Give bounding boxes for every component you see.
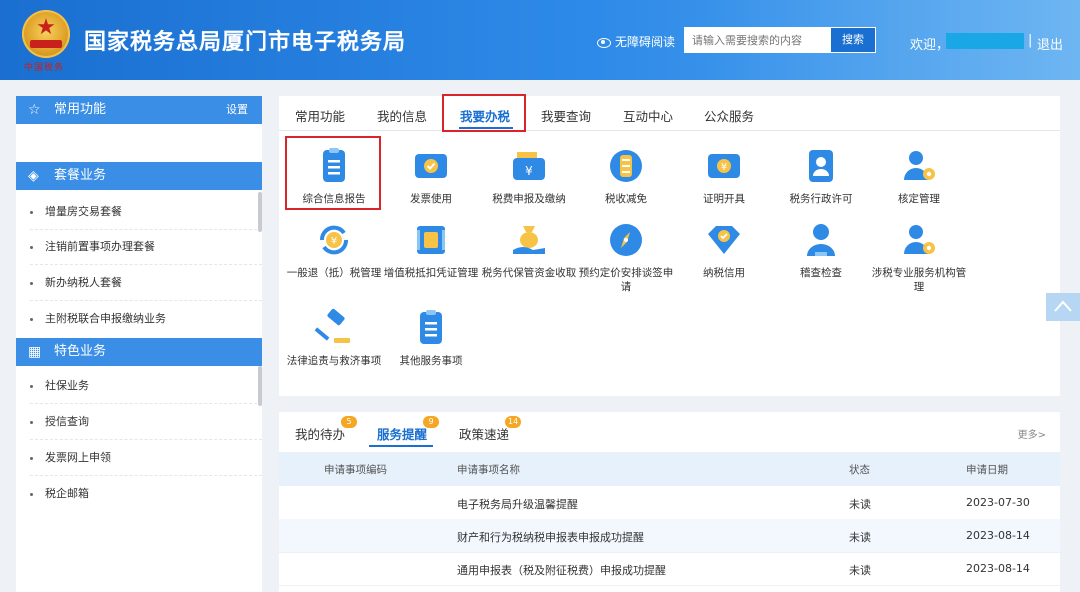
sidebar-section-common[interactable]: ☆ 常用功能 设置 <box>16 96 262 124</box>
sidebar-item[interactable]: 注销前置事项办理套餐 <box>30 229 262 265</box>
money-bag-hand-icon <box>513 226 545 254</box>
user-gear-icon <box>904 225 935 254</box>
sidebar: ☆ 常用功能 设置 ◈ 套餐业务 增量房交易套餐 注销前置事项办理套餐 新办纳税… <box>16 96 262 592</box>
tab-policy-news[interactable]: 政策速递 <box>459 424 509 443</box>
search-button[interactable]: 搜索 <box>830 27 876 53</box>
sidebar-item[interactable]: 增量房交易套餐 <box>30 194 262 230</box>
voucher-icon <box>417 226 445 254</box>
service-item[interactable]: 法律追责与救济事项 <box>285 308 383 368</box>
yuan-ticket-icon: ¥ <box>708 154 740 178</box>
document-list-icon <box>323 148 345 182</box>
tab-query[interactable]: 我要查询 <box>541 106 591 125</box>
settings-link[interactable]: 设置 <box>226 96 248 124</box>
tab-service-reminder[interactable]: 服务提醒 <box>377 424 427 443</box>
service-item[interactable]: ¥ 证明开具 <box>675 146 773 206</box>
svg-text:¥: ¥ <box>331 236 337 247</box>
sidebar-item[interactable]: 授信查询 <box>30 404 262 440</box>
logout-link[interactable]: 退出 <box>1037 34 1063 53</box>
layers-icon: ◈ <box>28 168 39 184</box>
service-item[interactable]: 预约定价安排谈签申请 <box>577 220 675 294</box>
service-item[interactable]: ¥ 一般退（抵）税管理 <box>285 220 383 280</box>
tax-emblem-icon: ★ <box>22 10 70 58</box>
service-item[interactable]: 核定管理 <box>870 146 968 206</box>
back-to-top-button[interactable] <box>1046 293 1080 321</box>
document-list-icon <box>420 310 442 344</box>
service-item[interactable]: 综合信息报告 <box>285 146 383 206</box>
table-header: 申请事项编码 申请事项名称 状态 申请日期 <box>279 452 1060 486</box>
svg-text:¥: ¥ <box>721 162 727 173</box>
sidebar-section-special[interactable]: ▦ 特色业务 <box>16 338 262 366</box>
ticket-check-icon <box>415 154 447 178</box>
tab-public-service[interactable]: 公众服务 <box>704 106 754 125</box>
welcome-label: 欢迎， <box>910 38 950 53</box>
grid-icon: ▦ <box>28 344 42 360</box>
more-link[interactable]: 更多> <box>1018 426 1046 441</box>
gavel-icon <box>314 308 350 343</box>
todo-count-badge: 5 <box>341 416 357 428</box>
service-item[interactable]: 纳税信用 <box>675 220 773 280</box>
reminder-count-badge: 9 <box>423 416 439 428</box>
shield-check-icon <box>708 226 740 254</box>
chevron-up-icon <box>1054 300 1072 312</box>
site-title: 国家税务总局厦门市电子税务局 <box>84 30 407 55</box>
tab-interaction[interactable]: 互动中心 <box>623 106 673 125</box>
eye-icon <box>597 37 611 48</box>
star-outline-icon: ☆ <box>28 102 41 118</box>
coin-stack-icon <box>610 150 642 182</box>
active-tab-underline <box>369 445 433 447</box>
service-item[interactable]: 税收减免 <box>577 146 675 206</box>
accessibility-link[interactable]: 无障碍阅读 <box>597 33 675 50</box>
service-item[interactable]: 其他服务事项 <box>382 308 480 368</box>
id-card-icon <box>809 150 833 182</box>
table-row[interactable]: 电子税务局升级温馨提醒 未读 2023-07-30 <box>279 486 1060 520</box>
scrollbar-special[interactable] <box>258 366 262 406</box>
sidebar-item[interactable]: 发票网上申领 <box>30 440 262 476</box>
sidebar-item[interactable]: 税企邮箱 <box>30 476 262 511</box>
header-separator: | <box>1028 33 1033 48</box>
service-item[interactable]: 涉税专业服务机构管理 <box>870 220 968 294</box>
yuan-refresh-icon: ¥ <box>319 225 349 255</box>
compass-icon <box>610 224 642 256</box>
service-item[interactable]: 增值税抵扣凭证管理 <box>382 220 480 280</box>
seal-text: 中国税务 <box>24 63 65 73</box>
sidebar-item[interactable]: 社保业务 <box>30 368 262 404</box>
user-gear-icon <box>904 151 935 180</box>
username-redacted <box>946 33 1024 49</box>
service-item[interactable]: 税务代保管资金收取 <box>480 220 578 280</box>
policy-count-badge: 14 <box>505 416 522 428</box>
notice-panel: 我的待办 5 服务提醒 9 政策速递 14 更多> 申请事项编码 申请事项名称 … <box>279 412 1060 592</box>
tab-my-info[interactable]: 我的信息 <box>377 106 427 125</box>
highlight-box-tab <box>442 94 526 132</box>
service-item[interactable]: 发票使用 <box>382 146 480 206</box>
sidebar-item[interactable]: 主附税联合申报缴纳业务 <box>30 301 262 336</box>
service-item[interactable]: 税务行政许可 <box>772 146 870 206</box>
scrollbar-package[interactable] <box>258 192 262 232</box>
service-item[interactable]: 稽查检查 <box>772 220 870 280</box>
service-item[interactable]: ¥ 税费申报及缴纳 <box>480 146 578 206</box>
table-row[interactable]: 通用申报表（税及附征税费）申报成功提醒 未读 2023-08-14 <box>279 552 1060 586</box>
sidebar-section-package[interactable]: ◈ 套餐业务 <box>16 162 262 190</box>
table-row[interactable]: 财产和行为税纳税申报表申报成功提醒 未读 2023-08-14 <box>279 519 1060 553</box>
sidebar-item[interactable]: 新办纳税人套餐 <box>30 265 262 301</box>
tab-my-todo[interactable]: 我的待办 <box>295 424 345 443</box>
search-input[interactable] <box>684 27 830 53</box>
wallet-yuan-icon: ¥ <box>513 152 545 180</box>
user-icon <box>807 224 835 256</box>
svg-text:¥: ¥ <box>525 164 533 178</box>
service-panel: 常用功能 我的信息 我要办税 我要查询 互动中心 公众服务 综合信息报告 发票使… <box>279 94 1060 396</box>
main-tabs: 常用功能 我的信息 我要办税 我要查询 互动中心 公众服务 <box>279 96 1060 131</box>
tab-common[interactable]: 常用功能 <box>295 106 345 125</box>
